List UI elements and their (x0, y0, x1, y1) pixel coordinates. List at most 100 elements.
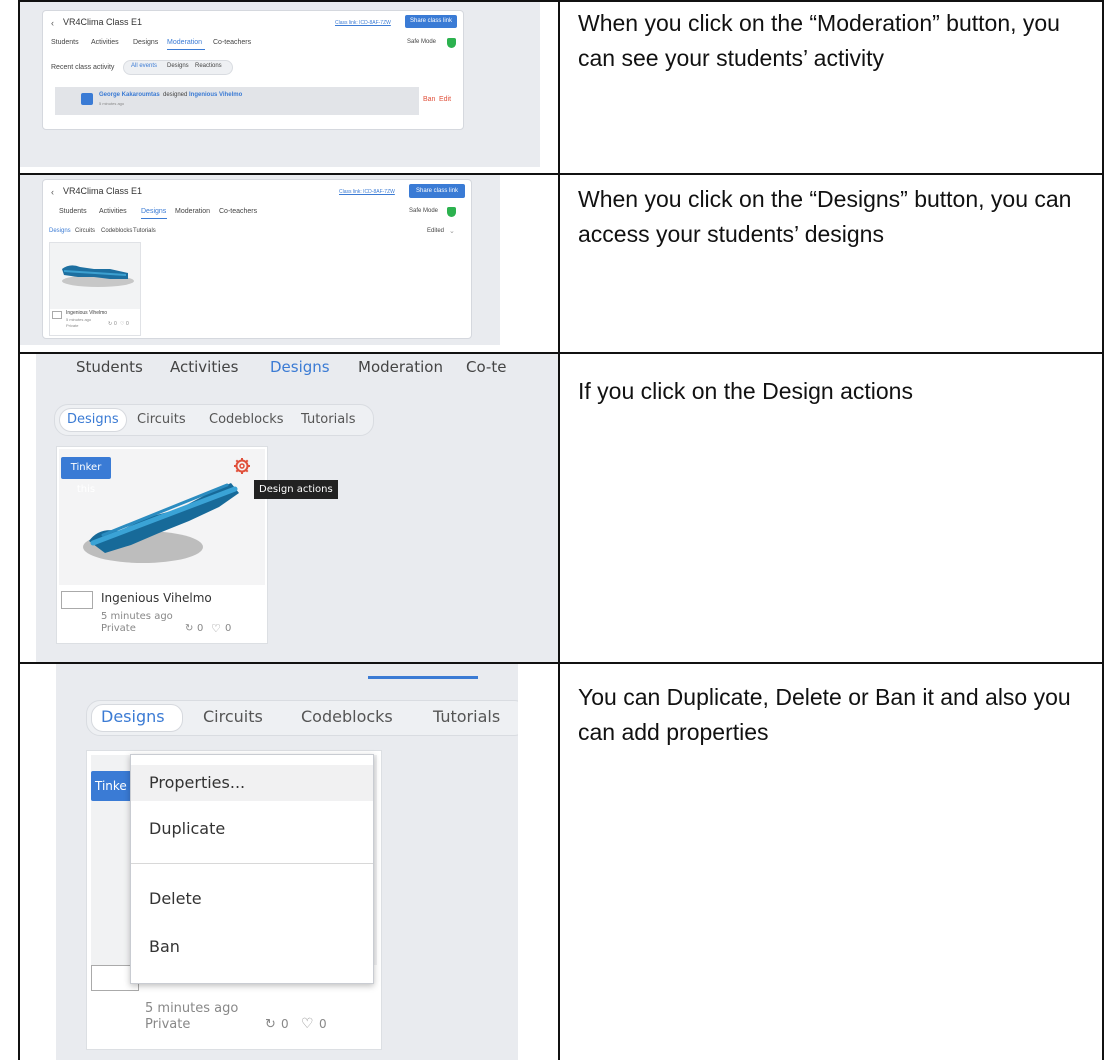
tab-designs[interactable]: Designs (141, 208, 166, 215)
tab-activities[interactable]: Activities (91, 39, 119, 46)
edit-button[interactable]: Edit (439, 96, 451, 103)
subtab-tutorials[interactable]: Tutorials (133, 228, 156, 234)
design-actions-screenshot: Students Activities Designs Moderation C… (36, 354, 558, 662)
like-count: 0 (126, 321, 129, 327)
tinker-this-button[interactable]: Tinker this (61, 457, 111, 495)
back-chevron-icon[interactable]: ‹ (51, 187, 54, 197)
safe-mode-shield-icon (447, 207, 456, 217)
activity-time: 5 minutes ago (99, 101, 125, 106)
tab-activities[interactable]: Activities (99, 208, 127, 215)
row2-description: When you click on the “Designs” button, … (578, 186, 1072, 247)
george-model-image (62, 265, 134, 287)
remix-icon: ↻ (185, 623, 194, 634)
tab-moderation[interactable]: Moderation (175, 208, 210, 215)
tab-students[interactable]: Students (76, 358, 143, 376)
menu-item-properties[interactable]: Properties... (131, 773, 391, 792)
design-time: 5 minutes ago (145, 1001, 239, 1016)
back-chevron-icon[interactable]: ‹ (51, 18, 54, 28)
subtab-codeblocks[interactable]: Codeblocks (301, 707, 393, 726)
design-card[interactable]: Tinker this Ingenious Vihelmo 5 minutes … (56, 446, 268, 644)
menu-divider (131, 863, 373, 864)
menu-item-delete[interactable]: Delete (131, 889, 391, 908)
table-border-right (1102, 0, 1104, 1060)
tab-designs[interactable]: Designs (133, 39, 158, 46)
class-link[interactable]: Class link: ICD-8AF-7ZW (339, 189, 395, 195)
filter-all-events[interactable]: All events (131, 63, 157, 69)
subtab-codeblocks[interactable]: Codeblocks (101, 228, 132, 234)
tab-students[interactable]: Students (59, 208, 87, 215)
subtab-designs[interactable]: Designs (101, 707, 165, 726)
subtab-tutorials[interactable]: Tutorials (301, 412, 356, 427)
safe-mode-shield-icon (447, 38, 456, 48)
broken-image-icon (52, 311, 62, 319)
design-menu-screenshot: Designs Circuits Codeblocks Tutorials Ti… (56, 664, 518, 1060)
tab-bar: Students Activities Designs Moderation C… (36, 354, 558, 388)
design-thumbnail (50, 243, 140, 309)
design-time: 5 minutes ago (101, 611, 173, 622)
subtab-circuits[interactable]: Circuits (203, 707, 263, 726)
tab-activities[interactable]: Activities (170, 358, 238, 376)
user-avatar-icon (81, 93, 93, 105)
subtab-designs[interactable]: Designs (49, 228, 71, 234)
filter-reactions[interactable]: Reactions (195, 63, 222, 69)
design-card[interactable]: Ingenious Vihelmo 5 minutes ago Private … (49, 242, 141, 336)
like-count: 0 (319, 1017, 327, 1031)
design-privacy: Private (145, 1017, 191, 1032)
subtab-codeblocks[interactable]: Codeblocks (209, 412, 284, 427)
subtab-circuits[interactable]: Circuits (137, 412, 186, 427)
row1-screenshot-cell: ‹ VR4Clima Class E1 Class link: ICD-8AF-… (20, 2, 560, 173)
tab-designs[interactable]: Designs (270, 358, 330, 376)
row4-screenshot-cell: Designs Circuits Codeblocks Tutorials Ti… (20, 664, 560, 1060)
activity-user[interactable]: George Kakaroumtas (99, 92, 160, 98)
remix-count: 0 (197, 623, 204, 634)
remix-count: 0 (281, 1017, 289, 1031)
tab-co-teachers[interactable]: Co-teachers (219, 208, 257, 215)
design-name[interactable]: Ingenious Vihelmo (101, 591, 212, 605)
tab-students[interactable]: Students (51, 39, 79, 46)
like-count: 0 (225, 623, 232, 634)
tab-moderation[interactable]: Moderation (167, 39, 202, 46)
row1-description: When you click on the “Moderation” butto… (578, 10, 1060, 71)
recent-activity-label: Recent class activity (51, 64, 115, 71)
subtab-designs[interactable]: Designs (67, 412, 119, 427)
tab-co-teachers[interactable]: Co-teachers (213, 39, 251, 46)
subtab-bar: Designs Circuits Codeblocks Tutorials (54, 404, 374, 436)
subtab-bar: Designs Circuits Codeblocks Tutorials (86, 700, 518, 736)
row3-description: If you click on the Design actions (578, 378, 913, 404)
active-tab-underline (141, 218, 167, 219)
tab-moderation[interactable]: Moderation (358, 358, 443, 376)
active-tab-underline (167, 49, 205, 50)
subtab-circuits[interactable]: Circuits (75, 228, 95, 234)
menu-item-duplicate[interactable]: Duplicate (131, 819, 391, 838)
share-class-link-button[interactable]: Share class link (405, 15, 457, 28)
menu-item-ban[interactable]: Ban (131, 937, 391, 956)
designs-screenshot: ‹ VR4Clima Class E1 Class link: ICD-8AF-… (20, 175, 500, 345)
tab-co-teachers[interactable]: Co-te (466, 358, 506, 376)
remix-count: 0 (114, 321, 117, 327)
filter-designs[interactable]: Designs (167, 63, 189, 69)
class-panel: ‹ VR4Clima Class E1 Class link: ICD-8AF-… (42, 179, 472, 339)
remix-icon: ↻ (108, 321, 113, 327)
class-panel: ‹ VR4Clima Class E1 Class link: ICD-8AF-… (42, 10, 464, 130)
ban-button[interactable]: Ban (423, 96, 435, 103)
design-actions-tooltip: Design actions (254, 480, 338, 499)
class-title: VR4Clima Class E1 (63, 17, 143, 27)
design-actions-menu: Properties... Duplicate Delete Ban (130, 754, 374, 984)
design-privacy: Private (101, 623, 136, 634)
subtab-tutorials[interactable]: Tutorials (433, 707, 500, 726)
heart-icon: ♡ (211, 622, 221, 635)
share-class-link-button[interactable]: Share class link (409, 184, 465, 198)
activity-design[interactable]: Ingenious Vihelmo (189, 92, 242, 98)
active-tab-underline (368, 676, 478, 679)
sort-dropdown[interactable]: Edited (427, 228, 444, 234)
heart-icon: ♡ (301, 1016, 314, 1032)
heart-icon: ♡ (120, 321, 125, 327)
moderation-screenshot: ‹ VR4Clima Class E1 Class link: ICD-8AF-… (20, 2, 540, 167)
design-name[interactable]: Ingenious Vihelmo (66, 310, 107, 316)
instruction-table: ‹ VR4Clima Class E1 Class link: ICD-8AF-… (18, 0, 1104, 1060)
row2-screenshot-cell: ‹ VR4Clima Class E1 Class link: ICD-8AF-… (20, 175, 560, 352)
gear-icon[interactable] (233, 457, 251, 475)
activity-verb: designed (163, 92, 188, 98)
row4-description: You can Duplicate, Delete or Ban it and … (578, 684, 1071, 745)
class-link[interactable]: Class link: ICD-8AF-7ZW (335, 20, 391, 26)
